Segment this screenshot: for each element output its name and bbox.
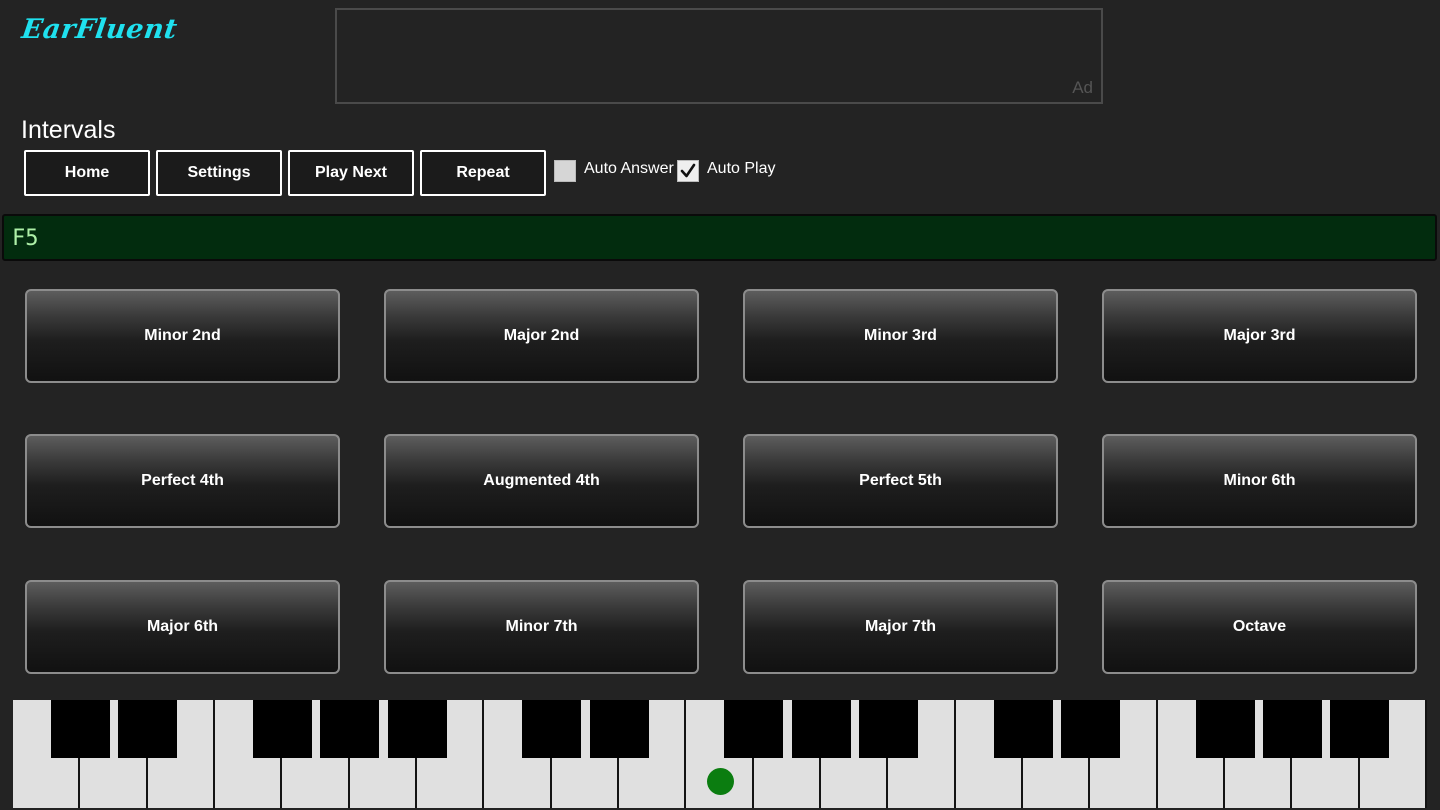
app-logo: EarFluent bbox=[19, 14, 180, 45]
answer-button[interactable]: Minor 3rd bbox=[743, 289, 1058, 383]
active-key-marker bbox=[706, 768, 734, 795]
home-button[interactable]: Home bbox=[24, 150, 150, 196]
piano-black-key[interactable] bbox=[118, 700, 178, 758]
piano-black-key[interactable] bbox=[522, 700, 582, 758]
note-text: F5 bbox=[12, 226, 39, 251]
ad-banner[interactable]: Ad bbox=[335, 8, 1103, 104]
piano-black-key[interactable] bbox=[1195, 700, 1255, 758]
settings-button[interactable]: Settings bbox=[156, 150, 282, 196]
piano-black-key[interactable] bbox=[858, 700, 918, 758]
repeat-button[interactable]: Repeat bbox=[420, 150, 546, 196]
answer-button[interactable]: Perfect 5th bbox=[743, 434, 1058, 528]
piano-keyboard[interactable] bbox=[13, 700, 1427, 808]
piano-black-key[interactable] bbox=[1060, 700, 1120, 758]
piano-black-key[interactable] bbox=[387, 700, 447, 758]
piano-black-key[interactable] bbox=[1262, 700, 1322, 758]
answer-button[interactable]: Major 2nd bbox=[384, 289, 699, 383]
piano-black-key[interactable] bbox=[791, 700, 851, 758]
auto-play-label[interactable]: Auto Play bbox=[707, 160, 775, 178]
piano-black-key[interactable] bbox=[724, 700, 784, 758]
piano-black-key[interactable] bbox=[589, 700, 649, 758]
answer-button[interactable]: Minor 7th bbox=[384, 580, 699, 674]
checkmark-icon bbox=[680, 163, 696, 178]
answer-button[interactable]: Perfect 4th bbox=[25, 434, 340, 528]
piano-black-key[interactable] bbox=[993, 700, 1053, 758]
auto-answer-checkbox[interactable] bbox=[554, 160, 576, 182]
note-display: F5 bbox=[2, 214, 1437, 261]
answer-button[interactable]: Minor 2nd bbox=[25, 289, 340, 383]
piano-black-key[interactable] bbox=[252, 700, 312, 758]
answer-button[interactable]: Major 7th bbox=[743, 580, 1058, 674]
piano-black-key[interactable] bbox=[320, 700, 380, 758]
answer-button[interactable]: Minor 6th bbox=[1102, 434, 1417, 528]
answer-button[interactable]: Major 3rd bbox=[1102, 289, 1417, 383]
answer-button[interactable]: Major 6th bbox=[25, 580, 340, 674]
play-next-button[interactable]: Play Next bbox=[288, 150, 414, 196]
page-title: Intervals bbox=[21, 116, 116, 144]
auto-play-checkbox[interactable] bbox=[677, 160, 699, 182]
answer-button[interactable]: Octave bbox=[1102, 580, 1417, 674]
auto-answer-label[interactable]: Auto Answer bbox=[584, 160, 674, 178]
piano-black-key[interactable] bbox=[50, 700, 110, 758]
ad-label: Ad bbox=[1072, 78, 1093, 97]
piano-black-key[interactable] bbox=[1330, 700, 1390, 758]
answer-button[interactable]: Augmented 4th bbox=[384, 434, 699, 528]
